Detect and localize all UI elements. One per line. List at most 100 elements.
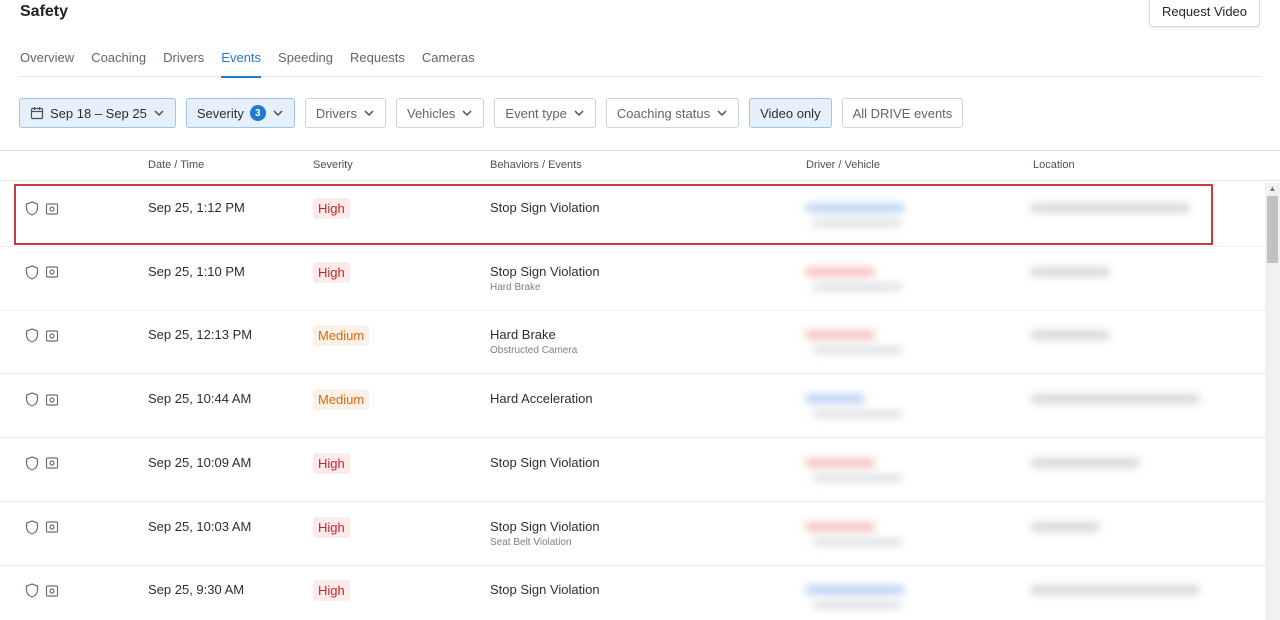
drivers-filter-label: Drivers [315, 105, 357, 121]
row-icons [25, 456, 59, 471]
event-secondary-behavior: Hard Brake [490, 281, 541, 293]
video-only-toggle[interactable]: Video only [749, 98, 832, 128]
driver-name-redacted[interactable] [805, 266, 875, 277]
event-behavior: Hard Brake [490, 327, 556, 343]
location-redacted [1030, 521, 1100, 532]
location-redacted [1030, 203, 1190, 213]
scroll-up-arrow-icon[interactable]: ▲ [1265, 183, 1280, 195]
vehicles-filter[interactable]: Vehicles [396, 98, 485, 128]
chevron-down-icon [574, 110, 584, 117]
camera-icon[interactable] [45, 520, 59, 534]
column-header-location[interactable]: Location [1033, 159, 1075, 171]
severity-badge: High [313, 198, 350, 219]
driver-name-redacted[interactable] [805, 585, 905, 596]
vehicle-name-redacted [812, 473, 902, 482]
table-row[interactable]: Sep 25, 10:44 AM Medium Hard Acceleration [0, 374, 1265, 439]
severity-badge: Medium [313, 389, 370, 411]
column-header-datetime[interactable]: Date / Time [148, 159, 204, 171]
event-datetime: Sep 25, 10:09 AM [148, 454, 252, 470]
vehicle-name-redacted [812, 282, 902, 291]
table-row[interactable]: Sep 25, 10:03 AM High Stop Sign Violation S… [0, 502, 1265, 566]
event-behavior: Stop Sign Violation [490, 454, 600, 470]
location-redacted [1030, 457, 1140, 468]
shield-icon[interactable] [25, 456, 39, 471]
camera-icon[interactable] [45, 584, 59, 598]
event-type-filter[interactable]: Event type [494, 98, 596, 128]
event-behavior: Stop Sign Violation [490, 200, 600, 215]
table-header: Date / Time Severity Behaviors / Events … [0, 150, 1280, 181]
column-header-behaviors[interactable]: Behaviors / Events [490, 159, 582, 171]
shield-icon[interactable] [25, 265, 39, 280]
date-range-filter[interactable]: Sep 18 – Sep 25 [19, 98, 176, 128]
event-behavior: Stop Sign Violation [490, 582, 600, 598]
tab-drivers[interactable]: Drivers [163, 49, 204, 77]
event-datetime: Sep 25, 10:44 AM [148, 391, 252, 407]
event-datetime: Sep 25, 10:03 AM [148, 518, 252, 534]
vehicle-name-redacted [812, 346, 902, 355]
event-behavior: Stop Sign Violation [490, 518, 600, 534]
driver-name-redacted[interactable] [805, 521, 875, 532]
vehicle-name-redacted [812, 219, 902, 227]
table-row[interactable]: Sep 25, 10:09 AM High Stop Sign Violation [0, 438, 1265, 502]
severity-badge: Medium [313, 325, 370, 347]
row-icons [25, 201, 59, 216]
location-redacted [1030, 585, 1200, 596]
camera-icon[interactable] [45, 329, 59, 343]
tab-events[interactable]: Events [221, 49, 261, 78]
shield-icon[interactable] [25, 392, 39, 407]
event-secondary-behavior: Seat Belt Violation [490, 536, 572, 548]
tab-bar: Overview Coaching Drivers Events Speedin… [20, 49, 1260, 78]
event-secondary-behavior: Obstructed Camera [490, 345, 578, 357]
shield-icon[interactable] [25, 519, 39, 535]
camera-icon[interactable] [45, 265, 59, 279]
tab-requests[interactable]: Requests [350, 49, 405, 77]
vehicle-name-redacted [812, 537, 902, 546]
chevron-down-icon [154, 110, 164, 117]
camera-icon[interactable] [45, 202, 59, 216]
all-drive-events-toggle[interactable]: All DRIVE events [841, 98, 964, 128]
driver-name-redacted[interactable] [805, 394, 865, 405]
event-datetime: Sep 25, 12:13 PM [148, 327, 253, 343]
chevron-down-icon [717, 110, 727, 117]
table-row[interactable]: Sep 25, 9:30 AM High Stop Sign Violation [0, 565, 1265, 620]
column-header-driver-vehicle[interactable]: Driver / Vehicle [806, 159, 880, 171]
driver-name-redacted[interactable] [805, 203, 905, 213]
vehicles-filter-label: Vehicles [407, 105, 456, 121]
location-redacted [1030, 266, 1110, 277]
shield-icon[interactable] [25, 201, 39, 216]
scrollbar-thumb[interactable] [1267, 196, 1278, 263]
table-row[interactable]: Sep 25, 1:10 PM High Stop Sign Violation Ha… [0, 247, 1265, 311]
column-header-severity[interactable]: Severity [313, 159, 353, 171]
calendar-icon [30, 107, 44, 120]
severity-filter-label: Severity [196, 105, 244, 121]
severity-badge: High [313, 580, 350, 602]
location-redacted [1030, 394, 1200, 405]
table-row[interactable]: Sep 25, 12:13 PM Medium Hard Brake Obstruct… [0, 310, 1265, 375]
drivers-filter[interactable]: Drivers [304, 98, 386, 128]
camera-icon[interactable] [45, 456, 59, 470]
severity-count-badge: 3 [249, 105, 266, 121]
tab-cameras[interactable]: Cameras [422, 49, 475, 77]
row-icons [25, 392, 59, 407]
page-title: Safety [20, 3, 69, 20]
request-video-button[interactable]: Request Video [1149, 0, 1260, 27]
driver-name-redacted[interactable] [805, 330, 875, 341]
chevron-down-icon [462, 110, 472, 117]
location-redacted [1030, 330, 1110, 341]
event-datetime: Sep 25, 1:12 PM [148, 200, 245, 215]
tab-speeding[interactable]: Speeding [278, 49, 333, 77]
row-icons [25, 583, 59, 598]
shield-icon[interactable] [25, 583, 39, 598]
driver-name-redacted[interactable] [805, 457, 875, 468]
coaching-status-filter[interactable]: Coaching status [605, 98, 740, 128]
event-datetime: Sep 25, 9:30 AM [148, 582, 245, 598]
date-range-label: Sep 18 – Sep 25 [50, 105, 147, 121]
tab-overview[interactable]: Overview [20, 49, 74, 77]
severity-filter[interactable]: Severity 3 [185, 98, 295, 128]
table-row[interactable]: Sep 25, 1:12 PM High Stop Sign Violation [0, 183, 1265, 247]
shield-icon[interactable] [25, 328, 39, 344]
filter-bar: Sep 18 – Sep 25 Severity 3 Drivers Vehic… [19, 98, 964, 128]
vertical-scrollbar[interactable]: ▲ [1265, 183, 1280, 620]
tab-coaching[interactable]: Coaching [91, 49, 146, 77]
camera-icon[interactable] [45, 393, 59, 407]
